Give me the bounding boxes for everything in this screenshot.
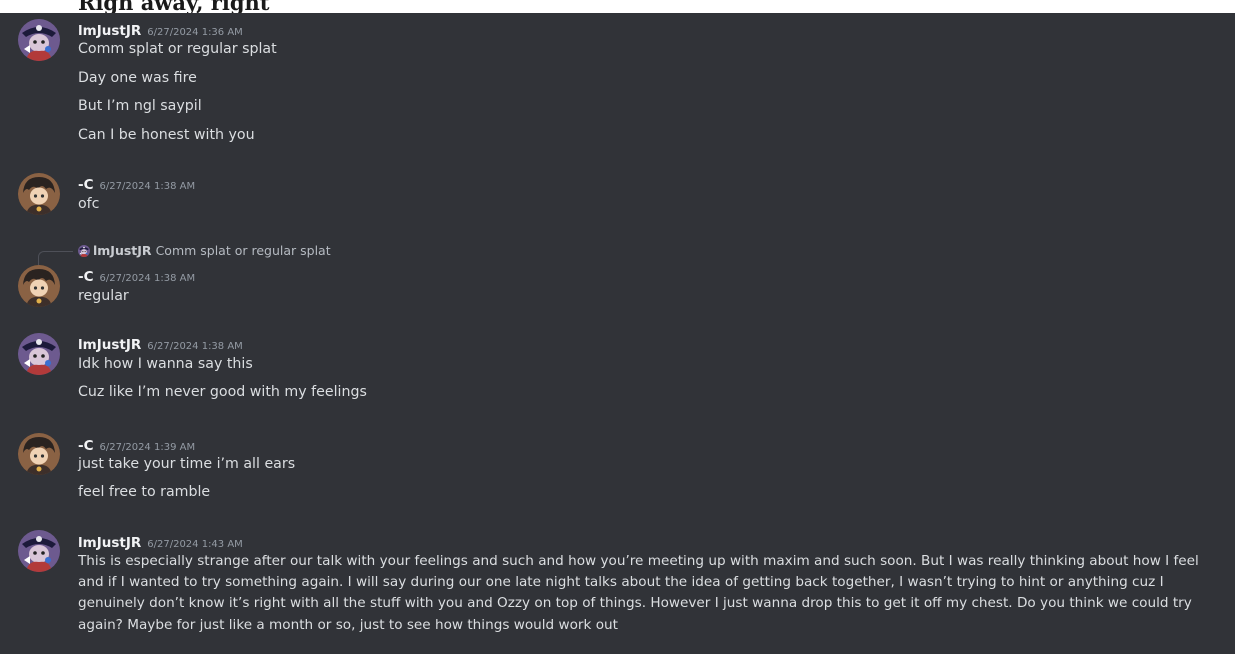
message-text-long: This is especially strange after our tal… <box>78 553 1199 633</box>
username[interactable]: lmJustJR <box>78 23 141 39</box>
message-text: regular <box>78 288 129 304</box>
user-avatar-c[interactable] <box>18 265 60 307</box>
reply-spine <box>38 251 73 266</box>
reply-reference[interactable]: lmJustJR Comm splat or regular splat <box>78 243 331 258</box>
username[interactable]: lmJustJR <box>78 535 141 551</box>
reply-snippet[interactable]: Comm splat or regular splat <box>156 243 331 258</box>
timestamp[interactable]: 6/27/2024 1:39 AM <box>100 442 196 453</box>
message-header: lmJustJR 6/27/2024 1:36 AM <box>78 20 243 39</box>
message-text: Day one was fire <box>78 70 197 86</box>
username[interactable]: -C <box>78 269 94 285</box>
reply-avatar-icon <box>78 245 90 257</box>
message-text: ofc <box>78 196 100 212</box>
reply-username[interactable]: lmJustJR <box>93 243 152 258</box>
message-header: lmJustJR 6/27/2024 1:38 AM <box>78 334 243 353</box>
username[interactable]: -C <box>78 177 94 193</box>
chat-message-list[interactable]: lmJustJR 6/27/2024 1:36 AM Comm splat or … <box>0 13 1235 654</box>
message-text: But I’m ngl saypil <box>78 98 202 114</box>
message-header: -C 6/27/2024 1:38 AM <box>78 174 196 193</box>
timestamp[interactable]: 6/27/2024 1:36 AM <box>147 27 243 38</box>
user-avatar-c[interactable] <box>18 433 60 475</box>
top-bar-text: Righ away, right <box>78 0 270 13</box>
message-header: -C 6/27/2024 1:38 AM <box>78 266 196 285</box>
message-text: Can I be honest with you <box>78 127 255 143</box>
timestamp[interactable]: 6/27/2024 1:38 AM <box>147 341 243 352</box>
timestamp[interactable]: 6/27/2024 1:43 AM <box>147 539 243 550</box>
message-text: just take your time i’m all ears <box>78 456 296 472</box>
user-avatar-c[interactable] <box>18 173 60 215</box>
message-text: feel free to ramble <box>78 484 211 500</box>
message-header: lmJustJR 6/27/2024 1:43 AM <box>78 532 243 551</box>
timestamp[interactable]: 6/27/2024 1:38 AM <box>100 181 196 192</box>
user-avatar-lmjustjr[interactable] <box>18 19 60 61</box>
message-header: -C 6/27/2024 1:39 AM <box>78 435 196 454</box>
message-text: Cuz like I’m never good with my feelings <box>78 384 367 400</box>
username[interactable]: -C <box>78 438 94 454</box>
timestamp[interactable]: 6/27/2024 1:38 AM <box>100 273 196 284</box>
user-avatar-lmjustjr[interactable] <box>18 530 60 572</box>
message-text: Comm splat or regular splat <box>78 41 277 57</box>
top-bar-cropped-header: Righ away, right <box>0 0 1235 13</box>
username[interactable]: lmJustJR <box>78 337 141 353</box>
user-avatar-lmjustjr[interactable] <box>18 333 60 375</box>
message-text: Idk how I wanna say this <box>78 356 253 372</box>
